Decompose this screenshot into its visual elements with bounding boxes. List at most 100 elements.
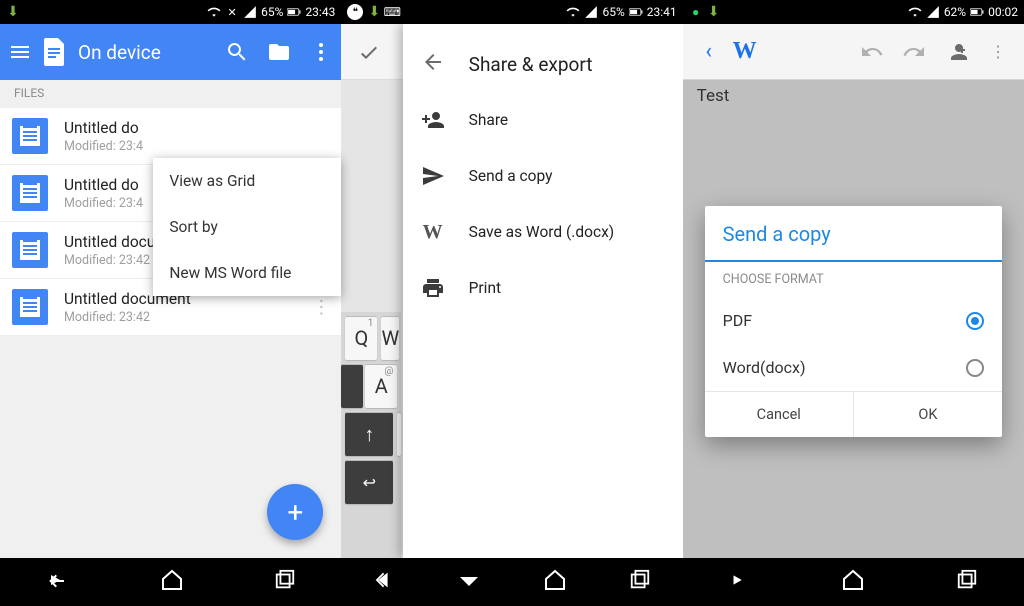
option-label: PDF xyxy=(723,311,752,330)
option-label: Word(docx) xyxy=(723,358,806,377)
word-w-icon: W xyxy=(733,38,757,65)
drawer-item-print[interactable]: Print xyxy=(403,260,683,316)
battery-icon xyxy=(629,5,643,19)
item-overflow-icon[interactable]: ⋮ xyxy=(309,297,333,318)
clock: 00:02 xyxy=(988,5,1018,19)
done-icon[interactable] xyxy=(349,32,389,72)
wifi-icon xyxy=(908,5,922,19)
keyboard-fragment: Q1 W A@ ↑ ↩ xyxy=(341,312,401,558)
fab-new-doc[interactable]: + xyxy=(267,484,323,540)
drawer-item-label: Share xyxy=(469,111,509,129)
word-app-bar: ‹ W ⋮ xyxy=(683,24,1024,80)
option-pdf[interactable]: PDF xyxy=(705,297,1002,344)
print-icon xyxy=(421,276,445,300)
google-docs-icon xyxy=(44,38,66,66)
no-sim-icon: ✕ xyxy=(225,5,239,19)
back-icon[interactable] xyxy=(45,568,69,596)
list-item[interactable]: Untitled do Modified: 23:4 xyxy=(0,108,341,165)
download-icon: ⬇ xyxy=(707,5,721,19)
app-bar: On device xyxy=(0,24,341,80)
file-modified: Modified: 23:42 xyxy=(64,310,309,325)
plus-icon: + xyxy=(287,496,303,529)
file-modified: Modified: 23:4 xyxy=(64,139,333,154)
doc-icon xyxy=(12,289,48,325)
status-bar: ❝ ⬇ ⌨ 65% 23:41 xyxy=(341,0,682,24)
recent-icon[interactable] xyxy=(629,569,651,595)
option-word[interactable]: Word(docx) xyxy=(705,344,1002,391)
section-header: FILES xyxy=(0,80,341,108)
overflow-icon[interactable]: ⋮ xyxy=(980,34,1016,70)
drawer-item-label: Save as Word (.docx) xyxy=(469,223,615,241)
doc-icon xyxy=(12,232,48,268)
appbar-title: On device xyxy=(78,41,213,64)
doc-icon xyxy=(12,175,48,211)
back-icon[interactable]: ‹ xyxy=(691,34,727,70)
battery-icon xyxy=(287,5,301,19)
radio-icon xyxy=(966,312,984,330)
android-nav-bar xyxy=(683,558,1024,606)
key-w[interactable]: W xyxy=(381,316,399,360)
key-shift[interactable]: ↑ xyxy=(345,412,393,456)
undo-icon[interactable] xyxy=(854,34,890,70)
key-a[interactable]: A@ xyxy=(365,364,397,408)
redo-icon[interactable] xyxy=(896,34,932,70)
drawer-header: Share & export xyxy=(403,36,683,92)
dialog-actions: Cancel OK xyxy=(705,391,1002,437)
drawer-item-send-copy[interactable]: Send a copy xyxy=(403,148,683,204)
doc-icon xyxy=(12,118,48,154)
back-icon[interactable] xyxy=(728,569,750,595)
battery-icon xyxy=(970,5,984,19)
menu-view-as-grid[interactable]: View as Grid xyxy=(153,158,341,204)
phone-screenshot-1: ⬇ ✕ 65% 23:43 On device xyxy=(0,0,341,606)
back-down-icon[interactable] xyxy=(457,568,481,596)
hamburger-icon[interactable] xyxy=(8,40,32,64)
wifi-icon xyxy=(207,5,221,19)
back-icon[interactable] xyxy=(421,50,445,78)
drawer-item-label: Print xyxy=(469,279,501,297)
drawer-item-share[interactable]: Share xyxy=(403,92,683,148)
radio-icon xyxy=(966,359,984,377)
key-q[interactable]: Q1 xyxy=(345,316,377,360)
android-nav-bar xyxy=(341,558,682,606)
menu-new-word-file[interactable]: New MS Word file xyxy=(153,250,341,296)
signal-icon xyxy=(243,5,257,19)
signal-icon xyxy=(584,5,598,19)
clock: 23:43 xyxy=(305,5,335,19)
key-swype[interactable]: ↩ xyxy=(345,460,393,504)
recent-icon[interactable] xyxy=(956,569,978,595)
add-person-icon[interactable] xyxy=(938,34,974,70)
home-icon[interactable] xyxy=(841,568,865,596)
clock: 23:41 xyxy=(647,5,677,19)
phone-screenshot-3: ● ⬇ 62% 00:02 ‹ W ⋮ Test Send a copy CHO… xyxy=(683,0,1024,606)
dialog-subtitle: CHOOSE FORMAT xyxy=(705,262,1002,297)
home-icon[interactable] xyxy=(543,568,567,596)
document-title: Test xyxy=(697,86,730,106)
editor-body: A± + ⋮ Q1 W A@ ↑ ↩ Share & export Share xyxy=(341,24,682,558)
folder-icon[interactable] xyxy=(267,40,291,64)
menu-sort-by[interactable]: Sort by xyxy=(153,204,341,250)
cancel-button[interactable]: Cancel xyxy=(705,392,854,437)
status-bar: ⬇ ✕ 65% 23:43 xyxy=(0,0,341,24)
ok-button[interactable]: OK xyxy=(854,392,1002,437)
send-icon xyxy=(421,164,445,188)
battery-percent: 65% xyxy=(602,5,624,19)
drawer-item-save-word[interactable]: W Save as Word (.docx) xyxy=(403,204,683,260)
keyboard-status-icon: ⌨ xyxy=(385,5,399,19)
battery-percent: 62% xyxy=(944,5,966,19)
back-icon[interactable] xyxy=(372,569,394,595)
overflow-menu: View as Grid Sort by New MS Word file xyxy=(153,158,341,296)
key-blank[interactable] xyxy=(341,364,363,408)
phone-screenshot-2: ❝ ⬇ ⌨ 65% 23:41 A± + ⋮ Q1 W A@ ↑ xyxy=(341,0,682,606)
status-bar: ● ⬇ 62% 00:02 xyxy=(683,0,1024,24)
signal-icon xyxy=(926,5,940,19)
home-icon[interactable] xyxy=(160,568,184,596)
file-name: Untitled do xyxy=(64,119,333,137)
drawer-item-label: Send a copy xyxy=(469,167,553,185)
android-nav-bar xyxy=(0,558,341,606)
recent-icon[interactable] xyxy=(274,569,296,595)
download-icon: ⬇ xyxy=(6,5,20,19)
search-icon[interactable] xyxy=(225,40,249,64)
key-z[interactable] xyxy=(397,412,401,456)
share-export-drawer: Share & export Share Send a copy W Save … xyxy=(403,24,683,558)
overflow-icon[interactable] xyxy=(309,40,333,64)
